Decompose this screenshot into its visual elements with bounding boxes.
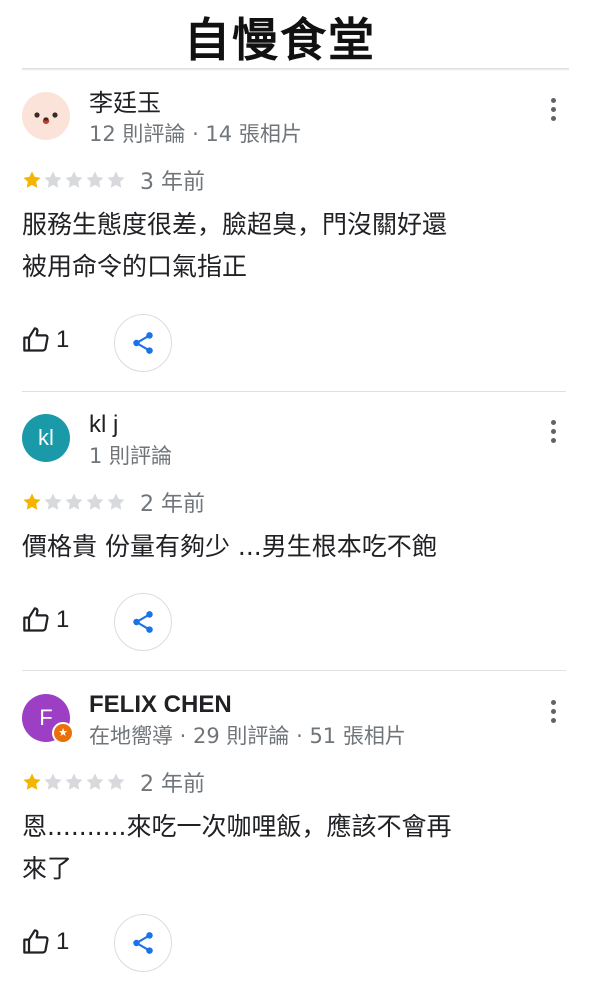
- star-filled-icon: [23, 171, 41, 188]
- star-empty-icon: [86, 493, 104, 510]
- reviewer-meta: 12 則評論 · 14 張相片: [89, 122, 302, 146]
- local-guide-star-icon: ★: [52, 722, 74, 744]
- star-empty-icon: [44, 773, 62, 790]
- avatar-letter: kl: [22, 414, 70, 462]
- share-icon: [133, 932, 153, 954]
- like-button[interactable]: 1: [22, 326, 69, 354]
- reviewer-name[interactable]: kl j: [89, 410, 118, 440]
- like-count: 1: [56, 606, 70, 633]
- thumbs-up-icon: [23, 607, 49, 632]
- like-count: 1: [56, 326, 70, 353]
- header-divider: [22, 68, 569, 71]
- star-rating: [22, 492, 126, 512]
- page-title: 自慢食堂: [184, 13, 376, 67]
- share-button[interactable]: [114, 593, 172, 651]
- share-button[interactable]: [114, 914, 172, 972]
- star-empty-icon: [107, 171, 125, 188]
- rating-row: 3 年前: [22, 166, 205, 195]
- star-empty-icon: [65, 773, 83, 790]
- star-empty-icon: [65, 493, 83, 510]
- rating-row: 2 年前: [22, 768, 205, 797]
- rating-row: 2 年前: [22, 488, 205, 517]
- star-rating: [22, 170, 126, 190]
- review-time: 2 年前: [140, 772, 205, 797]
- review-text-line: 來了: [22, 854, 73, 883]
- star-empty-icon: [65, 171, 83, 188]
- review-text-line: 被用命令的口氣指正: [22, 252, 248, 281]
- star-empty-icon: [86, 773, 104, 790]
- star-rating: [22, 772, 126, 792]
- star-filled-icon: [23, 493, 41, 510]
- review-text: 恩..........來吃一次咖哩飯，應該不會再 來了: [22, 806, 542, 890]
- more-options-icon[interactable]: [542, 700, 564, 730]
- star-empty-icon: [44, 171, 62, 188]
- emoji-face-icon: [22, 92, 70, 140]
- reviewer-meta: 在地嚮導 · 29 則評論 · 51 張相片: [89, 724, 406, 748]
- review-text: 價格貴 份量有夠少 ...男生根本吃不飽: [22, 526, 542, 568]
- like-button[interactable]: 1: [22, 928, 69, 956]
- reviewer-name[interactable]: FELIX CHEN: [89, 690, 232, 720]
- reviewer-meta: 1 則評論: [89, 444, 173, 468]
- star-empty-icon: [107, 493, 125, 510]
- thumbs-up-icon: [23, 327, 49, 352]
- divider: [22, 391, 566, 392]
- like-button[interactable]: 1: [22, 606, 69, 634]
- star-empty-icon: [107, 773, 125, 790]
- reviewer-name[interactable]: 李廷玉: [89, 88, 161, 118]
- review-time: 2 年前: [140, 492, 205, 517]
- app-header: 自慢食堂: [0, 0, 591, 71]
- share-button[interactable]: [114, 314, 172, 372]
- avatar[interactable]: F ★: [22, 694, 74, 744]
- thumbs-up-icon: [23, 929, 49, 954]
- review-text: 服務生態度很差，臉超臭，門沒關好還 被用命令的口氣指正: [22, 204, 542, 288]
- avatar[interactable]: [22, 92, 70, 140]
- review-text-line: 價格貴 份量有夠少 ...男生根本吃不飽: [22, 532, 437, 561]
- star-empty-icon: [44, 493, 62, 510]
- review-text-line: 恩..........來吃一次咖哩飯，應該不會再: [22, 812, 452, 841]
- divider: [22, 670, 566, 671]
- avatar[interactable]: kl: [22, 414, 70, 462]
- share-icon: [133, 332, 153, 354]
- review-text-line: 服務生態度很差，臉超臭，門沒關好還: [22, 210, 448, 239]
- share-icon: [133, 611, 153, 633]
- like-count: 1: [56, 928, 70, 955]
- star-empty-icon: [86, 171, 104, 188]
- more-options-icon[interactable]: [542, 420, 564, 450]
- review-time: 3 年前: [140, 170, 205, 195]
- more-options-icon[interactable]: [542, 98, 564, 128]
- star-filled-icon: [23, 773, 41, 790]
